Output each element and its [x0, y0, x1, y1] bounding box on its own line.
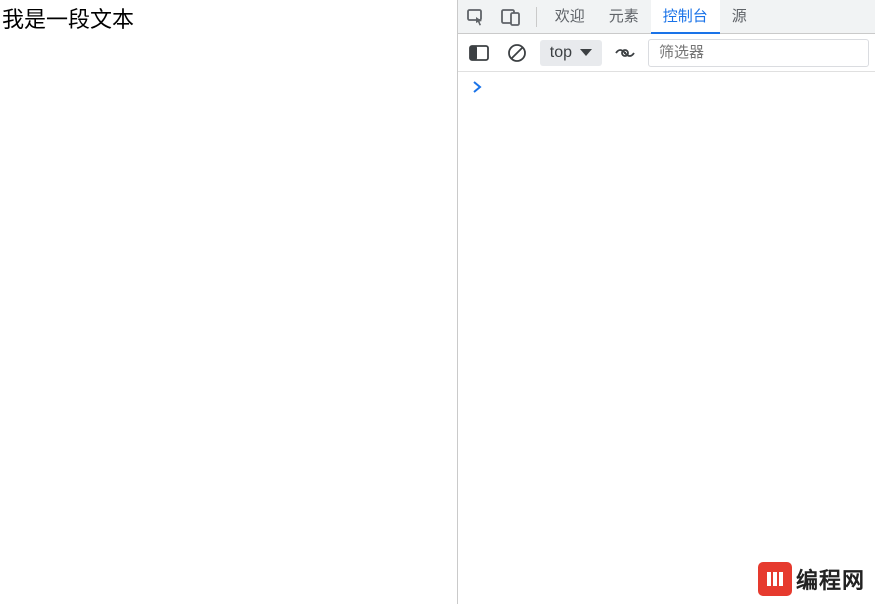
tab-console[interactable]: 控制台	[651, 0, 720, 34]
tab-divider	[536, 7, 537, 27]
context-selector[interactable]: top	[540, 40, 602, 66]
tab-welcome[interactable]: 欢迎	[543, 0, 597, 34]
tab-sources-partial[interactable]: 源	[720, 0, 747, 34]
console-toolbar: top	[458, 34, 875, 72]
filter-input[interactable]	[648, 39, 869, 67]
tab-elements[interactable]: 元素	[597, 0, 651, 34]
watermark: 编程网	[758, 562, 865, 596]
watermark-text: 编程网	[796, 563, 865, 595]
chevron-down-icon	[580, 49, 592, 56]
page-viewport: 我是一段文本	[0, 0, 457, 604]
inspect-element-icon[interactable]	[458, 0, 494, 34]
context-label: top	[550, 44, 572, 62]
devtools-tabs-row: 欢迎 元素 控制台 源	[458, 0, 875, 34]
live-expression-icon[interactable]	[610, 38, 640, 68]
clear-console-icon[interactable]	[502, 38, 532, 68]
page-text: 我是一段文本	[2, 2, 457, 34]
toggle-sidebar-icon[interactable]	[464, 38, 494, 68]
console-prompt-chevron-icon	[472, 80, 482, 96]
console-body[interactable]	[458, 72, 875, 604]
watermark-logo-icon	[758, 562, 792, 596]
toggle-device-icon[interactable]	[494, 0, 530, 34]
devtools-panel: 欢迎 元素 控制台 源 top	[457, 0, 875, 604]
